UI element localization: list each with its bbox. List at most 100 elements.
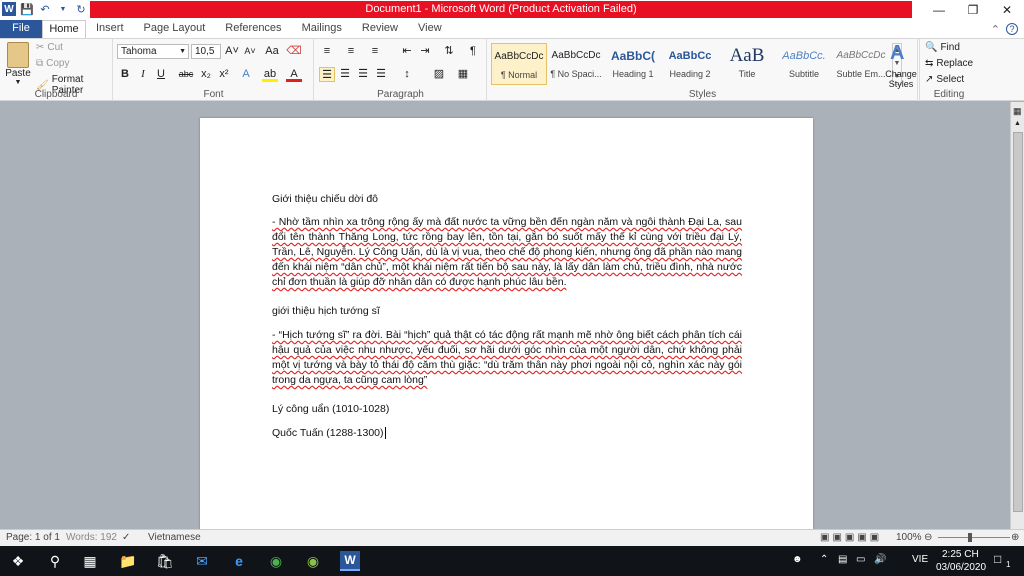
people-icon[interactable]: ☻ <box>792 554 803 565</box>
align-left-button[interactable]: ☰ <box>319 67 335 82</box>
style-subtitle[interactable]: AaBbCc. Subtitle <box>776 43 832 85</box>
align-right-button[interactable]: ☰ <box>355 67 371 82</box>
cut-button[interactable]: ✂ Cut <box>36 42 63 53</box>
notification-icon[interactable]: □ <box>994 552 1001 566</box>
ruler-toggle-icon[interactable]: ▦ <box>1013 106 1022 117</box>
undo-icon[interactable]: ↶ <box>38 2 52 16</box>
zoom-in-icon[interactable]: ⊕ <box>1011 532 1019 543</box>
document-page[interactable]: Giới thiệu chiếu dời đô - Nhờ tầm nhìn x… <box>200 118 813 529</box>
align-center-button[interactable]: ☰ <box>337 67 353 82</box>
font-color-icon[interactable]: A <box>286 67 302 82</box>
find-button[interactable]: 🔍 Find <box>925 42 960 53</box>
zoom-slider-thumb[interactable] <box>968 533 972 542</box>
windows-start-icon[interactable]: ❖ <box>8 551 28 571</box>
italic-button[interactable]: I <box>135 67 151 82</box>
subscript-button[interactable]: x₂ <box>198 67 214 82</box>
select-button[interactable]: ↗ Select <box>925 74 964 85</box>
style-normal[interactable]: AaBbCcDc ¶ Normal <box>491 43 547 85</box>
style-title[interactable]: AaB Title <box>719 43 775 85</box>
page-count[interactable]: Page: 1 of 1 <box>6 532 60 543</box>
paragraph-3[interactable]: giới thiệu hịch tướng sĩ <box>272 304 742 319</box>
paste-button[interactable]: Paste ▼ <box>4 42 32 86</box>
zoom-out-icon[interactable]: ⊖ <box>924 532 932 543</box>
bold-button[interactable]: B <box>117 67 133 82</box>
document-area[interactable]: Giới thiệu chiếu dời đô - Nhờ tầm nhìn x… <box>0 102 1010 529</box>
clock-time[interactable]: 2:25 CH <box>942 549 979 560</box>
style-heading-1[interactable]: AaBbC(Heading 1 <box>605 43 661 85</box>
word-count[interactable]: Words: 192 <box>66 532 117 543</box>
chrome-icon[interactable]: ◉ <box>266 551 286 571</box>
style-heading-2[interactable]: AaBbCc Heading 2 <box>662 43 718 85</box>
font-size-select[interactable]: 10,5 <box>191 44 221 59</box>
search-icon[interactable]: ⚲ <box>45 551 65 571</box>
help-icon[interactable]: ? <box>1006 23 1018 35</box>
zoom-level[interactable]: 100% <box>896 532 922 543</box>
input-language[interactable]: VIE <box>912 554 928 565</box>
tab-file[interactable]: File <box>0 20 42 38</box>
view-buttons[interactable]: ▣▣▣▣▣ <box>820 532 882 543</box>
change-case-icon[interactable]: Aa <box>264 44 280 59</box>
minimize-button[interactable]: — <box>922 0 956 20</box>
bullets-icon[interactable]: ≡ <box>319 44 335 59</box>
tab-mailings[interactable]: Mailings <box>292 20 352 38</box>
word-taskbar-icon[interactable]: W <box>340 551 360 571</box>
paragraph-2[interactable]: - Nhờ tầm nhìn xa trông rộng ấy mà đất n… <box>272 215 742 290</box>
font-name-select[interactable]: Tahoma ▼ <box>117 44 189 59</box>
replace-button[interactable]: ⇆ Replace <box>925 58 973 69</box>
highlight-icon[interactable]: ab <box>262 67 278 82</box>
paragraph-6[interactable]: Quốc Tuấn (1288-1300) <box>272 426 742 441</box>
collapse-ribbon-icon[interactable]: ⌃ <box>991 23 1000 36</box>
paragraph-1[interactable]: Giới thiệu chiếu dời đô <box>272 192 742 207</box>
borders-icon[interactable]: ▦ <box>455 67 471 82</box>
style-no-spacing[interactable]: AaBbCcDc ¶ No Spaci... <box>548 43 604 85</box>
save-icon[interactable]: 💾 <box>20 2 34 16</box>
shrink-font-icon[interactable]: A˅ <box>242 44 258 59</box>
dropdown-icon[interactable]: ▼ <box>56 2 70 16</box>
redo-icon[interactable]: ↻ <box>74 2 88 16</box>
numbering-icon[interactable]: ≡ <box>343 44 359 59</box>
app-icon[interactable]: ◉ <box>303 551 323 571</box>
paragraph-5[interactable]: Lý công uẩn (1010-1028) <box>272 402 742 417</box>
grow-font-icon[interactable]: A˅ <box>224 44 240 59</box>
shading-icon[interactable]: ▨ <box>431 67 447 82</box>
tab-page-layout[interactable]: Page Layout <box>134 20 216 38</box>
network-icon[interactable]: ▤ <box>838 554 847 565</box>
underline-button[interactable]: U <box>153 67 169 82</box>
close-button[interactable]: ✕ <box>990 0 1024 20</box>
decrease-indent-icon[interactable]: ⇤ <box>399 44 415 59</box>
line-spacing-icon[interactable]: ↕ <box>399 67 415 82</box>
scroll-thumb[interactable] <box>1013 132 1023 512</box>
tab-home[interactable]: Home <box>42 20 86 38</box>
multilevel-list-icon[interactable]: ≡ <box>367 44 383 59</box>
vertical-scrollbar[interactable]: ▦ ▲ <box>1010 102 1024 529</box>
text-effects-icon[interactable]: A <box>238 67 254 82</box>
tab-view[interactable]: View <box>408 20 452 38</box>
strikethrough-button[interactable]: abc <box>178 67 194 82</box>
change-styles-button[interactable]: A Change Styles <box>880 39 920 101</box>
store-icon[interactable]: 🛍 <box>155 551 175 571</box>
tab-review[interactable]: Review <box>352 20 408 38</box>
superscript-button[interactable]: x² <box>216 67 232 82</box>
increase-indent-icon[interactable]: ⇥ <box>417 44 433 59</box>
clock-date[interactable]: 03/06/2020 <box>936 562 986 573</box>
zoom-slider[interactable] <box>938 537 1010 538</box>
justify-button[interactable]: ☰ <box>373 67 389 82</box>
paragraph-4[interactable]: - “Hịch tướng sĩ” ra đời. Bài “hịch” quả… <box>272 328 742 388</box>
volume-icon[interactable]: 🔊 <box>874 554 886 565</box>
battery-icon[interactable]: ▭ <box>856 554 865 565</box>
show-marks-icon[interactable]: ¶ <box>465 44 481 59</box>
proofing-icon[interactable]: ✓ <box>122 532 130 543</box>
clear-format-icon[interactable]: ⌫ <box>286 44 302 59</box>
mail-icon[interactable]: ✉ <box>192 551 212 571</box>
restore-button[interactable]: ❐ <box>956 0 990 20</box>
tab-references[interactable]: References <box>215 20 291 38</box>
edge-icon[interactable]: e <box>229 551 249 571</box>
tab-insert[interactable]: Insert <box>86 20 134 38</box>
task-view-icon[interactable]: ▦ <box>80 551 100 571</box>
scroll-up-icon[interactable]: ▲ <box>1014 120 1021 127</box>
show-hidden-icon[interactable]: ⌃ <box>820 554 828 565</box>
file-explorer-icon[interactable]: 📁 <box>118 551 138 571</box>
language[interactable]: Vietnamese <box>148 532 201 543</box>
sort-icon[interactable]: ⇅ <box>441 44 457 59</box>
copy-button[interactable]: ⧉ Copy <box>36 58 70 69</box>
